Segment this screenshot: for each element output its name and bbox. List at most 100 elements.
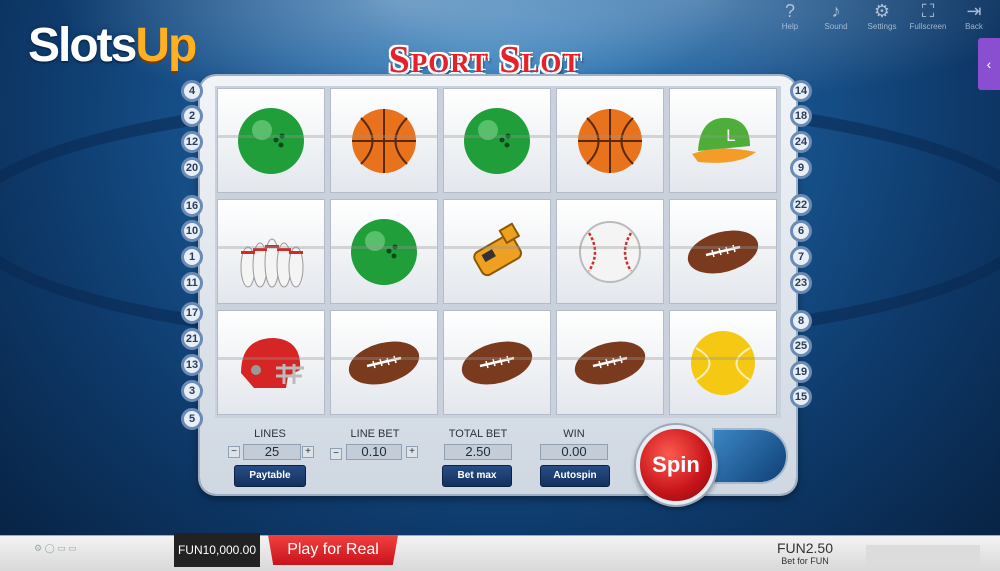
balance-display: FUN10,000.00 [174, 533, 260, 567]
payline-badge-15[interactable]: 15 [790, 386, 812, 408]
sound-icon: ♪ [831, 1, 841, 21]
footer-bar [0, 535, 1000, 571]
gear-icon: ⚙ [873, 1, 891, 21]
play-for-real-button[interactable]: Play for Real [268, 535, 398, 565]
total-bet-value: 2.50 [444, 444, 512, 460]
payline-badge-22[interactable]: 22 [790, 194, 812, 216]
reel-symbol-baseball [556, 199, 664, 304]
payline-badge-2[interactable]: 2 [181, 105, 203, 127]
reel-symbol-american-football [443, 310, 551, 415]
bowling-pins-icon [240, 238, 304, 287]
back-button[interactable]: ⇥ Back [954, 0, 994, 31]
american-football-icon [574, 341, 646, 384]
line-bet-plus-button[interactable]: + [406, 446, 418, 458]
reel-symbol-whistle [443, 199, 551, 304]
autospin-button[interactable]: Autospin [540, 465, 610, 487]
payline-badge-4[interactable]: 4 [181, 80, 203, 102]
payline-badge-9[interactable]: 9 [790, 157, 812, 179]
reel-symbol-bowling-pins [217, 199, 325, 304]
payline-badge-17[interactable]: 17 [181, 302, 203, 324]
bowling-ball-icon [238, 107, 304, 174]
payline-badge-8[interactable]: 8 [790, 310, 812, 332]
payline-badge-5[interactable]: 5 [181, 408, 203, 430]
chevron-left-icon: ‹ [986, 56, 992, 72]
payline-badge-21[interactable]: 21 [181, 328, 203, 350]
bowling-ball-icon [464, 107, 530, 174]
payline-badge-7[interactable]: 7 [790, 246, 812, 268]
fullscreen-icon: ⛶ [921, 1, 935, 21]
payline-badge-1[interactable]: 1 [181, 246, 203, 268]
bowling-ball-icon [351, 218, 417, 285]
payline-badge-19[interactable]: 19 [790, 361, 812, 383]
settings-button[interactable]: ⚙ Settings [862, 0, 902, 31]
payline-badge-20[interactable]: 20 [181, 157, 203, 179]
american-football-icon [687, 230, 759, 273]
help-button[interactable]: ? Help [770, 0, 810, 31]
win-value: 0.00 [540, 444, 608, 460]
reel-symbol-football-helmet [217, 310, 325, 415]
whistle-icon [473, 221, 522, 276]
reel-symbol-bowling-ball [443, 88, 551, 193]
payline-badge-23[interactable]: 23 [790, 272, 812, 294]
bet-amount: FUN2.50 [776, 540, 834, 556]
paytable-button[interactable]: Paytable [234, 465, 306, 487]
payline-badge-24[interactable]: 24 [790, 131, 812, 153]
sound-button[interactable]: ♪ Sound [816, 0, 856, 31]
american-football-icon [461, 341, 533, 384]
control-label: Back [965, 22, 983, 31]
reel-symbol-american-football [556, 310, 664, 415]
payline-badge-12[interactable]: 12 [181, 131, 203, 153]
lines-minus-button[interactable]: − [228, 446, 240, 458]
payline-badge-6[interactable]: 6 [790, 220, 812, 242]
reel-symbol-american-football [330, 310, 438, 415]
bet-caption: Bet for FUN [781, 556, 829, 566]
back-icon: ⇥ [966, 1, 982, 21]
bet-info: FUN2.50 Bet for FUN [770, 540, 840, 566]
control-label: Fullscreen [909, 22, 947, 31]
side-panel-toggle[interactable]: ‹ [978, 38, 1000, 90]
total-bet-label: TOTAL BET [448, 428, 508, 440]
payline-badge-13[interactable]: 13 [181, 354, 203, 376]
reel-symbol-basketball [330, 88, 438, 193]
payline-badge-16[interactable]: 16 [181, 195, 203, 217]
baseball-icon [579, 220, 641, 283]
basketball-icon [578, 108, 642, 173]
payline-badge-10[interactable]: 10 [181, 220, 203, 242]
lines-value: 25 [243, 444, 301, 460]
lines-label: LINES [254, 428, 286, 440]
basketball-icon [352, 108, 416, 173]
reel-symbol-bowling-ball [330, 199, 438, 304]
football-helmet-icon [241, 337, 304, 388]
control-label: Settings [867, 22, 897, 31]
fullscreen-button[interactable]: ⛶ Fullscreen [908, 0, 948, 31]
spin-button[interactable]: Spin [636, 425, 716, 505]
question-icon: ? [784, 1, 795, 21]
lines-plus-button[interactable]: + [302, 446, 314, 458]
line-bet-minus-button[interactable]: − [330, 448, 342, 460]
reel-symbol-american-football [669, 199, 777, 304]
american-football-icon [348, 341, 420, 384]
payline-badge-18[interactable]: 18 [790, 105, 812, 127]
payline-badge-3[interactable]: 3 [181, 380, 203, 402]
baseball-cap-icon: L [692, 117, 756, 163]
payline-badge-14[interactable]: 14 [790, 80, 812, 102]
tennis-ball-icon [691, 330, 755, 395]
control-label: Sound [824, 22, 848, 31]
reel-symbol-baseball-cap: L [669, 88, 777, 193]
provider-logo: ⚙ ◯ ▭ ▭ [34, 543, 77, 553]
footer-placeholder [866, 545, 980, 565]
win-label: WIN [563, 428, 585, 440]
spin-wing-decoration [712, 428, 788, 484]
bet-max-button[interactable]: Bet max [442, 465, 512, 487]
payline-badge-11[interactable]: 11 [181, 272, 203, 294]
slotsup-logo: SlotsUp [28, 19, 197, 72]
line-bet-label: LINE BET [350, 428, 400, 440]
reels-area: L [215, 86, 781, 418]
control-label: Help [781, 22, 799, 31]
line-bet-value: 0.10 [346, 444, 402, 460]
reel-symbol-bowling-ball [217, 88, 325, 193]
top-controls: ? Help ♪ Sound ⚙ Settings ⛶ Fullscreen ⇥ Back [770, 0, 994, 31]
payline-badge-25[interactable]: 25 [790, 335, 812, 357]
reel-symbol-tennis-ball [669, 310, 777, 415]
reel-symbol-basketball [556, 88, 664, 193]
